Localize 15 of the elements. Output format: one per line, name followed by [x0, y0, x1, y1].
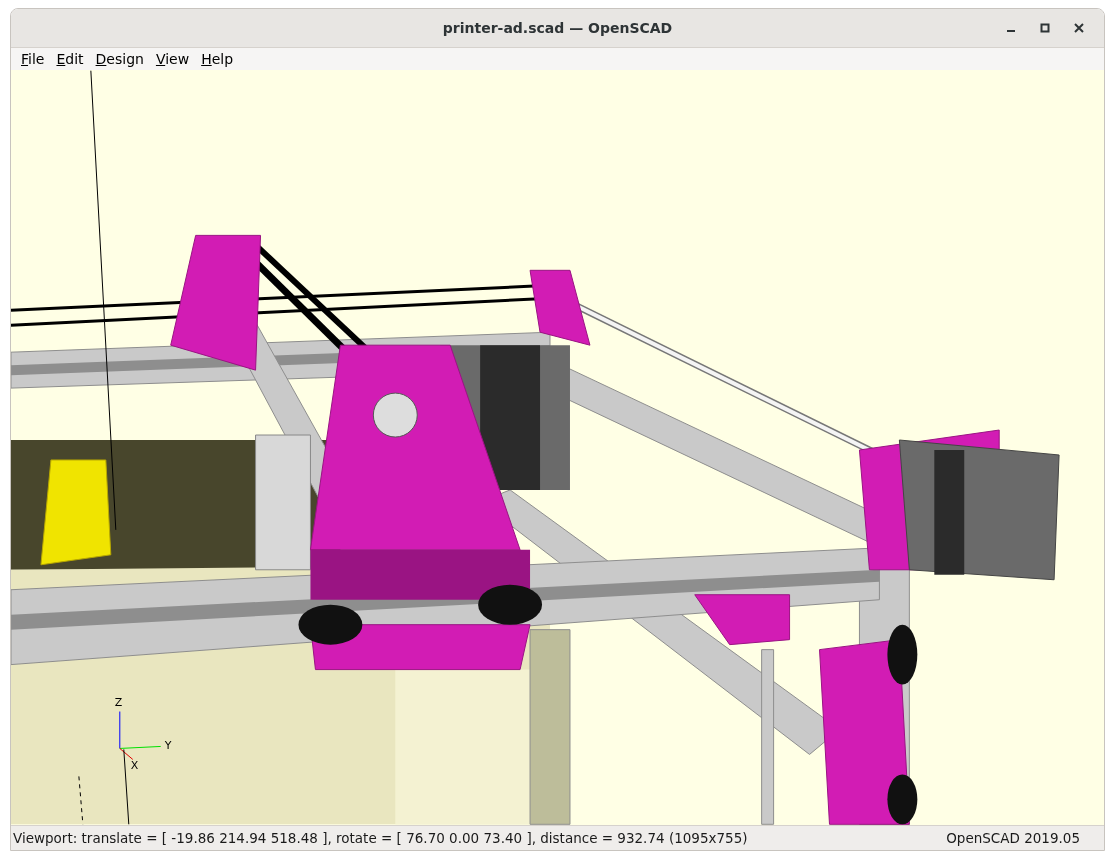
maximize-icon — [1040, 23, 1050, 33]
menu-item[interactable]: Help — [195, 51, 240, 67]
minimize-icon — [1007, 30, 1015, 32]
menu-item[interactable]: View — [149, 51, 196, 67]
axis-label: X — [130, 759, 139, 773]
axis-label: Y — [164, 739, 172, 753]
version-label: OpenSCAD 2019.05 — [946, 830, 1080, 846]
menu-item[interactable]: Design — [89, 51, 150, 67]
axis-label: Z — [114, 695, 123, 709]
viewport-status: Viewport: translate = [ -19.86 214.94 518.48 ], rotate = [ 76.70 0.00 73.40 ], distance = 932.74 (1095x755) — [13, 830, 748, 846]
menu-item[interactable]: Edit — [50, 51, 90, 67]
3d-viewport[interactable]: Z Y X — [11, 70, 1104, 825]
close-icon — [1074, 23, 1084, 33]
menu-item[interactable]: File — [15, 51, 51, 67]
window-title: printer-ad.scad — OpenSCAD — [442, 20, 673, 36]
